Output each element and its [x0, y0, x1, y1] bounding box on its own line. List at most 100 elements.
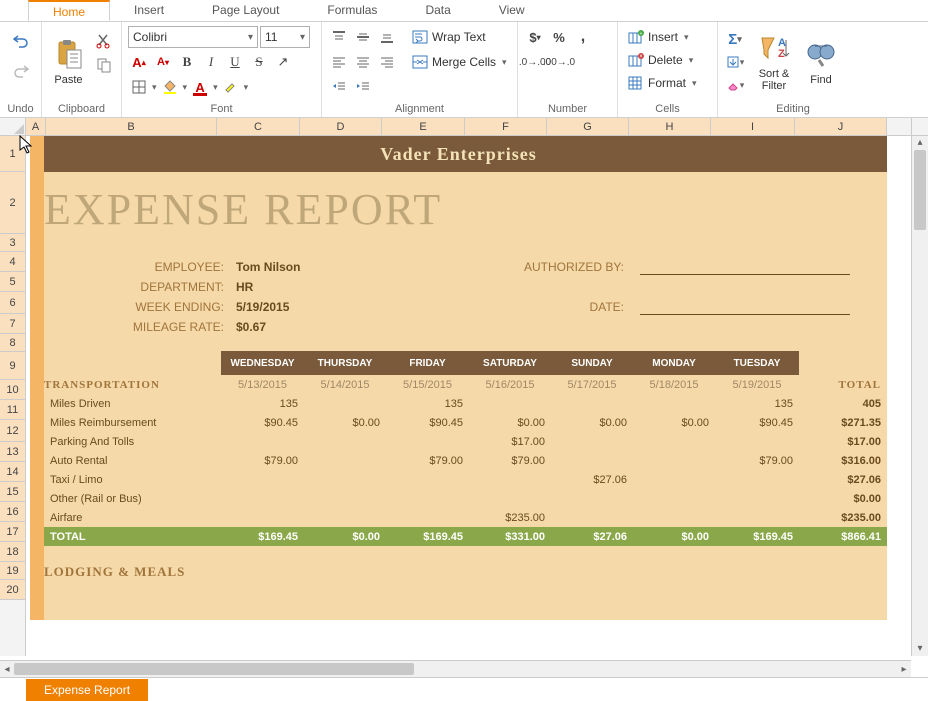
undo-button[interactable]	[10, 30, 32, 52]
align-center-button[interactable]	[352, 51, 374, 73]
section-lodging-meals: LODGING & MEALS	[30, 564, 887, 584]
row-header-18[interactable]: 18	[0, 542, 25, 562]
format-cells-button[interactable]: Format▾	[624, 72, 701, 94]
italic-button[interactable]: I	[200, 51, 222, 73]
strikethrough-button[interactable]: S	[248, 51, 270, 73]
row-header-14[interactable]: 14	[0, 462, 25, 482]
row-header-16[interactable]: 16	[0, 502, 25, 522]
borders-button[interactable]	[128, 76, 150, 98]
bold-button[interactable]: B	[176, 51, 198, 73]
font-section-label: Font	[126, 101, 317, 117]
row-header-9[interactable]: 9	[0, 352, 25, 380]
increase-font-button[interactable]: A▴	[128, 51, 150, 73]
scroll-right-icon[interactable]: ▸	[897, 661, 911, 677]
insert-cells-button[interactable]: +Insert▾	[624, 26, 693, 48]
scroll-down-icon[interactable]: ▾	[912, 642, 928, 656]
decrease-indent-button[interactable]	[328, 76, 350, 98]
column-header-B[interactable]: B	[46, 118, 217, 135]
column-header-F[interactable]: F	[465, 118, 547, 135]
align-right-button[interactable]	[376, 51, 398, 73]
value-mileage-rate: $0.67	[230, 317, 390, 337]
highlight-button[interactable]	[220, 76, 242, 98]
ribbon-tabs: Home Insert Page Layout Formulas Data Vi…	[0, 0, 928, 22]
tab-home[interactable]: Home	[28, 0, 110, 21]
row-header-7[interactable]: 7	[0, 314, 25, 334]
tab-insert[interactable]: Insert	[110, 0, 188, 21]
row-header-8[interactable]: 8	[0, 334, 25, 352]
company-banner: Vader Enterprises	[30, 136, 887, 172]
fill-color-button[interactable]	[159, 76, 181, 98]
column-header-I[interactable]: I	[711, 118, 795, 135]
align-bottom-button[interactable]	[376, 26, 398, 48]
tab-page-layout[interactable]: Page Layout	[188, 0, 303, 21]
column-header-E[interactable]: E	[382, 118, 465, 135]
row-header-12[interactable]: 12	[0, 420, 25, 442]
scroll-up-icon[interactable]: ▴	[912, 136, 928, 150]
scroll-left-icon[interactable]: ◂	[0, 661, 14, 677]
svg-text:×: ×	[639, 54, 643, 60]
percent-button[interactable]: %	[548, 26, 570, 48]
column-header-A[interactable]: A	[26, 118, 46, 135]
column-header-G[interactable]: G	[547, 118, 629, 135]
horizontal-scroll-thumb[interactable]	[14, 663, 414, 675]
decrease-decimal-button[interactable]: .00→.0	[548, 51, 570, 73]
currency-button[interactable]: $▾	[524, 26, 546, 48]
font-size-dropdown[interactable]: 11▾	[260, 26, 310, 48]
underline-button[interactable]: U	[224, 51, 246, 73]
paste-button[interactable]: Paste	[48, 26, 89, 98]
row-header-11[interactable]: 11	[0, 400, 25, 420]
increase-indent-button[interactable]	[352, 76, 374, 98]
tab-data[interactable]: Data	[401, 0, 474, 21]
merge-cells-button[interactable]: Merge Cells▾	[408, 51, 511, 73]
row-header-2[interactable]: 2	[0, 172, 25, 234]
sort-filter-button[interactable]: AZ Sort & Filter	[750, 26, 798, 98]
column-header-J[interactable]: J	[795, 118, 887, 135]
delete-cells-button[interactable]: ×Delete▾	[624, 49, 697, 71]
column-header-H[interactable]: H	[629, 118, 711, 135]
table-row: Miles Driven135135135405	[30, 394, 887, 413]
align-top-button[interactable]	[328, 26, 350, 48]
column-header-D[interactable]: D	[300, 118, 382, 135]
column-header-C[interactable]: C	[217, 118, 300, 135]
row-header-15[interactable]: 15	[0, 482, 25, 502]
row-header-19[interactable]: 19	[0, 562, 25, 580]
tab-view[interactable]: View	[475, 0, 549, 21]
row-header-17[interactable]: 17	[0, 522, 25, 542]
sheet-tab-expense-report[interactable]: Expense Report	[26, 679, 148, 701]
accent-bar	[30, 136, 44, 620]
font-family-dropdown[interactable]: Colibri▾	[128, 26, 258, 48]
clear-button[interactable]: ▾	[724, 74, 746, 96]
find-button[interactable]: Find	[802, 26, 840, 98]
label-week-ending: WEEK ENDING:	[30, 297, 230, 317]
decrease-font-button[interactable]: A▾	[152, 51, 174, 73]
sheet-tabs: Expense Report	[0, 677, 928, 701]
autosum-button[interactable]: Σ▾	[724, 28, 746, 50]
fill-button[interactable]: ▾	[724, 51, 746, 73]
row-header-20[interactable]: 20	[0, 580, 25, 600]
redo-button[interactable]	[10, 60, 32, 82]
align-middle-button[interactable]	[352, 26, 374, 48]
row-header-10[interactable]: 10	[0, 380, 25, 400]
copy-button[interactable]	[93, 54, 115, 76]
vertical-scrollbar[interactable]: ▴ ▾	[911, 136, 928, 656]
chevron-down-icon: ▾	[248, 32, 253, 43]
row-header-3[interactable]: 3	[0, 234, 25, 252]
row-header-5[interactable]: 5	[0, 272, 25, 292]
row-headers: 1234567891011121314151617181920	[0, 136, 26, 656]
cut-button[interactable]	[93, 30, 115, 52]
align-left-button[interactable]	[328, 51, 350, 73]
wrap-text-button[interactable]: Wrap Text	[408, 26, 490, 48]
font-dialog-button[interactable]: ↗	[272, 51, 294, 73]
row-header-6[interactable]: 6	[0, 292, 25, 314]
font-color-button[interactable]: A	[189, 76, 211, 98]
comma-button[interactable]: ,	[572, 26, 594, 48]
table-row: Parking And Tolls$17.00$17.00	[30, 432, 887, 451]
spreadsheet-grid[interactable]: 1234567891011121314151617181920 Vader En…	[0, 136, 928, 656]
row-header-1[interactable]: 1	[0, 136, 25, 172]
horizontal-scrollbar[interactable]: ◂ ▸	[0, 660, 911, 677]
row-header-13[interactable]: 13	[0, 442, 25, 462]
select-all-cell[interactable]	[0, 118, 26, 135]
row-header-4[interactable]: 4	[0, 252, 25, 272]
vertical-scroll-thumb[interactable]	[914, 150, 926, 230]
tab-formulas[interactable]: Formulas	[303, 0, 401, 21]
